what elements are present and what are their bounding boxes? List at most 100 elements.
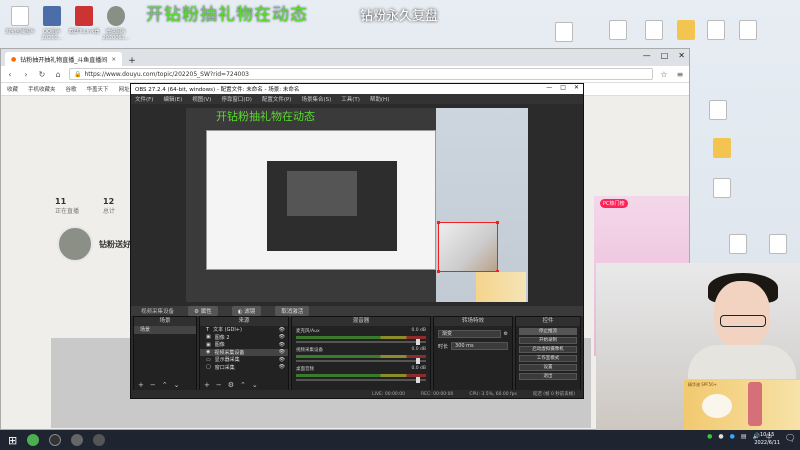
tray-app-icon[interactable]: ● — [707, 433, 712, 440]
network-icon[interactable]: ▤ — [741, 433, 747, 440]
menu-tools[interactable]: 工具(T) — [341, 95, 360, 103]
move-down-icon[interactable]: ⌄ — [252, 381, 258, 389]
refresh-icon[interactable]: ↻ — [37, 70, 47, 79]
volume-slider[interactable] — [296, 358, 426, 364]
gear-icon[interactable]: ⚙ — [504, 331, 508, 337]
desktop-file[interactable] — [730, 20, 766, 42]
home-icon[interactable]: ⌂ — [53, 70, 63, 79]
desktop-file[interactable] — [600, 20, 636, 42]
minimize-icon[interactable]: — — [546, 84, 552, 91]
desktop-file[interactable] — [700, 100, 736, 122]
mixer-channel: 桌面音频 0.0 dB — [292, 364, 430, 383]
browser-tab[interactable]: ● 钻粉抽开抽礼物直播_斗鱼直播间 × — [5, 52, 123, 66]
stop-streaming-button[interactable]: 停止推流 — [519, 327, 577, 335]
menu-view[interactable]: 视图(V) — [192, 95, 211, 103]
menu-docks[interactable]: 停靠窗口(D) — [221, 95, 252, 103]
desktop-file[interactable] — [704, 178, 740, 200]
maximize-icon[interactable]: □ — [560, 84, 566, 91]
source-item[interactable]: ◉ 视频采集设备 👁 — [200, 348, 288, 356]
desktop-file[interactable] — [636, 20, 672, 42]
source-item[interactable]: ▭ 显示器采集 👁 — [200, 356, 288, 364]
desktop-icon[interactable]: 微信图片2020061... — [98, 6, 134, 41]
taskbar-app-icon[interactable] — [93, 434, 106, 446]
camera-icon: ◉ — [206, 349, 211, 356]
maximize-icon[interactable]: □ — [661, 51, 669, 60]
duration-input[interactable]: 300 ms — [451, 342, 508, 350]
star-icon[interactable]: ☆ — [659, 70, 669, 79]
obs-icon[interactable] — [49, 434, 62, 446]
windows-start-icon[interactable]: ⊞ — [8, 434, 17, 447]
eye-icon[interactable]: 👁 — [279, 364, 285, 370]
source-item[interactable]: ▣ 图像 2 👁 — [200, 334, 288, 342]
scene-item[interactable]: 场景 — [134, 326, 196, 334]
close-icon[interactable]: ✕ — [678, 51, 685, 60]
taskbar-app-icon[interactable] — [71, 434, 84, 446]
close-icon[interactable]: ✕ — [574, 84, 579, 91]
menu-icon[interactable]: ≡ — [675, 70, 685, 79]
add-icon[interactable]: + — [204, 381, 210, 389]
desktop-icon[interactable]: QQ图片20210... — [34, 6, 70, 41]
source-item[interactable]: T 文本 (GDI+) 👁 — [200, 326, 288, 334]
menu-help[interactable]: 帮助(H) — [370, 95, 389, 103]
properties-button[interactable]: ⚙ 属性 — [188, 306, 218, 316]
eye-icon[interactable]: 👁 — [279, 349, 285, 355]
remove-icon[interactable]: − — [150, 381, 156, 389]
eye-icon[interactable]: 👁 — [279, 327, 285, 333]
desktop-file[interactable] — [720, 234, 756, 256]
bookmark-item[interactable]: 手机收藏夹 — [28, 85, 56, 93]
bookmark-item[interactable]: 收藏 — [7, 85, 18, 93]
add-icon[interactable]: + — [138, 381, 144, 389]
move-up-icon[interactable]: ⌃ — [240, 381, 246, 389]
menu-scene-collection[interactable]: 场景集合(S) — [301, 95, 331, 103]
desktop-folder[interactable] — [704, 138, 740, 160]
url-input[interactable]: 🔒 https://www.douyu.com/topic/202205_SW?… — [69, 68, 653, 80]
volume-slider[interactable] — [296, 377, 426, 383]
filters-button[interactable]: ◐ 滤镜 — [231, 306, 262, 316]
bookmark-item[interactable]: 谷歌 — [66, 85, 77, 93]
studio-mode-button[interactable]: 工作室模式 — [519, 354, 577, 362]
eye-icon[interactable]: 👁 — [279, 334, 285, 340]
virtual-camera-button[interactable]: 启动虚拟摄像机 — [519, 345, 577, 353]
desktop-file[interactable] — [546, 22, 582, 44]
taskbar-app-icon[interactable] — [27, 434, 40, 446]
tray-app-icon[interactable]: ● — [730, 433, 735, 440]
bookmark-item[interactable]: 华盖天下 — [87, 85, 109, 93]
menu-edit[interactable]: 编辑(E) — [163, 95, 182, 103]
move-down-icon[interactable]: ⌄ — [174, 381, 180, 389]
file-icon — [609, 20, 627, 40]
exit-button[interactable]: 退出 — [519, 372, 577, 380]
desktop-file[interactable] — [760, 234, 796, 256]
menu-profile[interactable]: 配置文件(P) — [262, 95, 292, 103]
selected-video-source[interactable] — [437, 221, 499, 273]
desktop-icon[interactable]: 淘宝店铺图片 — [2, 6, 38, 35]
start-recording-button[interactable]: 开始录制 — [519, 336, 577, 344]
scenes-dock: 场景 场景 + − ⌃ ⌄ — [133, 316, 197, 392]
menu-file[interactable]: 文件(F) — [135, 95, 153, 103]
deactivate-button[interactable]: 取消激活 — [275, 306, 310, 316]
eye-icon[interactable]: 👁 — [279, 342, 285, 348]
obs-preview[interactable]: 开钻粉抽礼物在动态 — [186, 108, 528, 302]
move-up-icon[interactable]: ⌃ — [162, 381, 168, 389]
anchor-card[interactable]: 钻粉送好礼 — [57, 226, 139, 262]
stats-row: 11 正在直播 12 总计 — [55, 197, 115, 215]
volume-slider[interactable] — [296, 339, 426, 345]
desktop-file[interactable] — [698, 20, 734, 42]
desktop-icon[interactable]: 截屏ToLink器 — [66, 6, 102, 35]
source-item[interactable]: ▣ 图像 👁 — [200, 341, 288, 349]
gear-icon[interactable]: ⚙ — [228, 381, 234, 389]
transition-select[interactable]: 渐变 — [438, 330, 501, 338]
rank-badge: PC热门榜 — [600, 199, 628, 208]
notification-icon[interactable]: 🗨 — [785, 434, 796, 444]
settings-button[interactable]: 设置 — [519, 363, 577, 371]
forward-icon[interactable]: › — [21, 70, 31, 79]
remove-icon[interactable]: − — [216, 381, 222, 389]
close-icon[interactable]: × — [111, 56, 116, 63]
minimize-icon[interactable]: — — [643, 51, 651, 60]
file-icon — [645, 20, 663, 40]
clock[interactable]: 10:15 2022/6/11 — [754, 432, 780, 447]
eye-icon[interactable]: 👁 — [279, 357, 285, 363]
back-icon[interactable]: ‹ — [5, 70, 15, 79]
tray-app-icon[interactable]: ● — [718, 433, 723, 440]
source-item[interactable]: ▢ 窗口采集 👁 — [200, 364, 288, 372]
new-tab-button[interactable]: + — [128, 56, 136, 66]
